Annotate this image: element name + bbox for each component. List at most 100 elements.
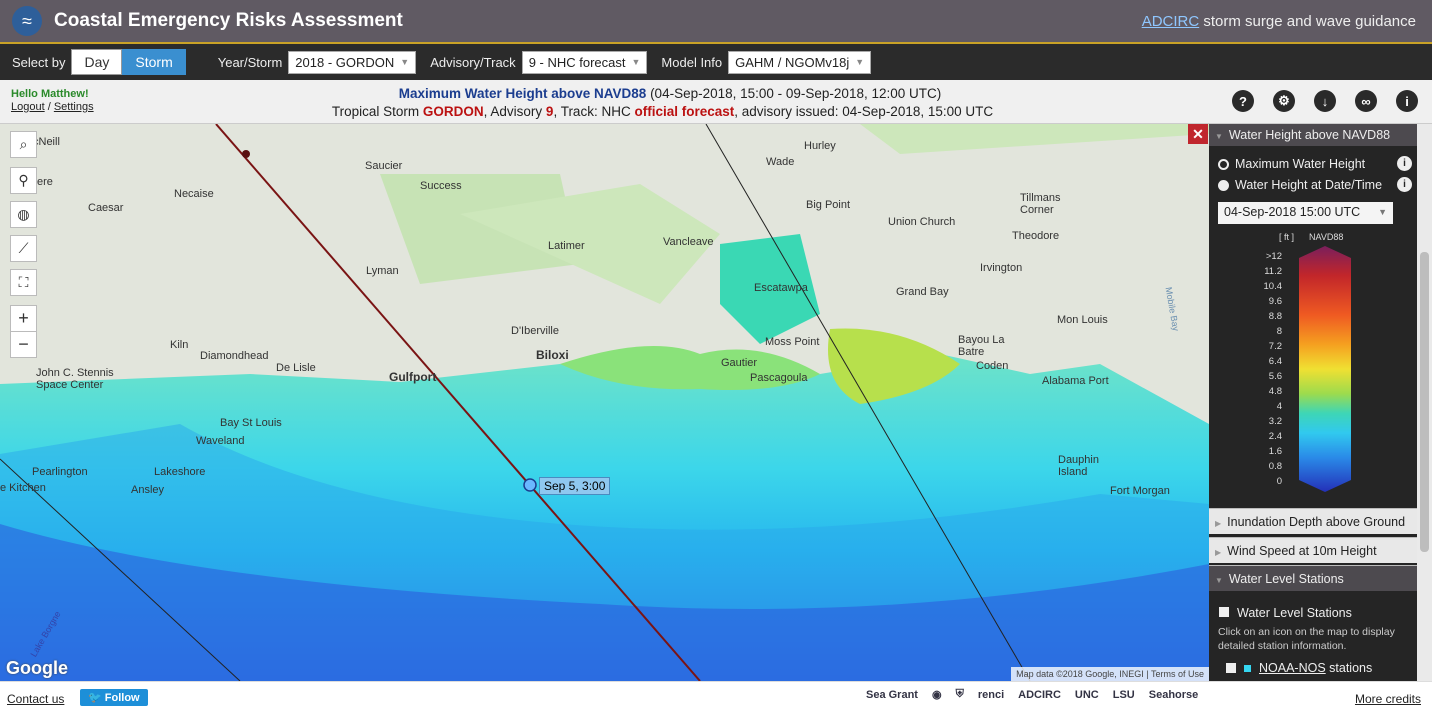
adcirc-link[interactable]: ADCIRC xyxy=(1142,13,1200,30)
inundation-depth-section[interactable]: ▶ Inundation Depth above Ground xyxy=(1209,508,1417,534)
place-label: Kiln xyxy=(170,339,189,351)
chart-icon[interactable]: ⟋ xyxy=(10,235,37,262)
year-storm-value: 2018 - GORDON xyxy=(295,54,395,70)
zoom-out-button[interactable]: − xyxy=(10,331,37,358)
place-label: Bayou La Batre xyxy=(958,334,1005,358)
download-icon[interactable]: ↓ xyxy=(1314,90,1336,112)
legend-tick-label: >12 xyxy=(1265,251,1282,262)
track-tooltip: Sep 5, 3:00 xyxy=(539,477,611,495)
place-label: Gulfport xyxy=(389,370,437,384)
adv-text-b: , Advisory xyxy=(483,104,546,119)
more-credits-link[interactable]: More credits xyxy=(1355,692,1421,706)
legend-tick-label: 4.8 xyxy=(1268,386,1282,397)
terms-link[interactable]: Terms of Use xyxy=(1151,669,1204,679)
radio-unselected[interactable] xyxy=(1218,179,1229,191)
noaa-suffix: stations xyxy=(1325,661,1373,675)
place-label: Ansley xyxy=(131,484,165,496)
place-label: Tillmans Corner xyxy=(1020,192,1061,216)
datetime-select[interactable]: 04-Sep-2018 15:00 UTC ▼ xyxy=(1218,202,1393,224)
layers-panel: ▼ Water Height above NAVD88 Maximum Water… xyxy=(1209,124,1432,681)
option-date-time[interactable]: Water Height at Date/Time xyxy=(1218,178,1382,192)
location-pin-icon[interactable]: ⚲ xyxy=(10,167,37,194)
globe-icon[interactable]: ◍ xyxy=(10,201,37,228)
option-date-label: Water Height at Date/Time xyxy=(1235,178,1383,192)
place-label: Success xyxy=(420,180,462,192)
legend-tick-label: 10.4 xyxy=(1263,281,1283,292)
info-icon[interactable]: i xyxy=(1397,156,1412,171)
adv-text-c: , Track: NHC xyxy=(553,104,635,119)
place-label: Hurley xyxy=(804,140,836,152)
inundation-label: Inundation Depth above Ground xyxy=(1227,515,1406,529)
fullscreen-icon[interactable]: ⛶ xyxy=(10,269,37,296)
water-level-stations-toggle[interactable]: Water Level Stations xyxy=(1219,606,1352,620)
info-bar: Hello Matthew! Logout / Settings Maximum… xyxy=(0,80,1432,124)
track-point xyxy=(242,150,250,158)
water-height-header[interactable]: ▼ Water Height above NAVD88 xyxy=(1209,124,1432,146)
wind-speed-section[interactable]: ▶ Wind Speed at 10m Height xyxy=(1209,537,1417,563)
place-label: Theodore xyxy=(1012,230,1060,242)
radio-selected[interactable] xyxy=(1218,158,1229,170)
chevron-down-icon: ▼ xyxy=(1378,207,1387,217)
noaa-link[interactable]: NOAA-NOS xyxy=(1259,661,1326,675)
product-name: Maximum Water Height above NAVD88 xyxy=(398,86,647,101)
track-point-selected xyxy=(523,478,537,492)
partner-logo: UNC xyxy=(1074,688,1099,701)
place-label: Alabama Port xyxy=(1042,375,1109,387)
info-icon[interactable]: i xyxy=(1396,90,1418,112)
partner-logo: renci xyxy=(977,688,1005,701)
wave-logo-icon: ≈ xyxy=(12,6,42,36)
noaa-checkbox[interactable] xyxy=(1226,663,1236,673)
map-attribution: Map data ©2018 Google, INEGI | Terms of … xyxy=(1011,667,1209,681)
search-icon[interactable]: ⌕ xyxy=(10,131,37,158)
link-icon[interactable]: ∞ xyxy=(1355,90,1377,112)
panel-scrollbar[interactable] xyxy=(1417,124,1432,681)
chevron-down-icon: ▼ xyxy=(1215,132,1223,141)
gear-icon[interactable]: ⚙ xyxy=(1273,90,1295,112)
advisory-info: Tropical Storm GORDON, Advisory 9, Track… xyxy=(0,104,1325,119)
select-by-toggle: Day Storm xyxy=(71,49,186,75)
place-label: Saucier xyxy=(365,160,403,172)
legend-tick-label: 1.6 xyxy=(1268,446,1282,457)
map-canvas[interactable]: Saucier Success Necaise Caesar Latimer V… xyxy=(0,124,1209,681)
place-label: Biloxi xyxy=(536,348,569,362)
place-label: Lyman xyxy=(366,265,399,277)
option-max-water[interactable]: Maximum Water Height xyxy=(1218,157,1365,171)
partner-logo: ADCIRC xyxy=(1018,688,1061,701)
info-icon[interactable]: i xyxy=(1397,177,1412,192)
help-icon[interactable]: ? xyxy=(1232,90,1254,112)
zoom-in-button[interactable]: + xyxy=(10,305,37,332)
legend-tick-label: 8 xyxy=(1276,326,1282,337)
app-title: Coastal Emergency Risks Assessment xyxy=(54,10,403,31)
model-select[interactable]: GAHM / NGOMv18j ▼ xyxy=(728,50,872,74)
contact-link[interactable]: Contact us xyxy=(7,692,64,706)
legend-tick-label: 9.6 xyxy=(1268,296,1282,307)
twitter-follow-button[interactable]: 🐦 Follow xyxy=(80,689,148,706)
partner-logo: Seahorse xyxy=(1148,688,1199,701)
partner-logo: Sea Grant xyxy=(866,688,918,701)
model-label: Model Info xyxy=(661,54,723,70)
action-icons: ? ⚙ ↓ ∞ i xyxy=(1232,90,1418,112)
storm-button[interactable]: Storm xyxy=(122,49,186,75)
close-panel-button[interactable]: ✕ xyxy=(1188,124,1208,144)
place-label: Big Point xyxy=(806,199,851,211)
place-label: Latimer xyxy=(548,240,585,252)
place-label: D'Iberville xyxy=(511,325,559,337)
advisory-select[interactable]: 9 - NHC forecast ▼ xyxy=(521,50,648,74)
year-storm-label: Year/Storm xyxy=(217,54,283,70)
noaa-stations-toggle[interactable]: NOAA-NOS stations xyxy=(1226,661,1372,675)
noaa-marker-icon xyxy=(1244,664,1251,672)
tagline-text: storm surge and wave guidance xyxy=(1199,13,1416,30)
place-label: e Kitchen xyxy=(0,482,46,494)
year-storm-select[interactable]: 2018 - GORDON ▼ xyxy=(288,50,417,74)
header-tagline: ADCIRC storm surge and wave guidance xyxy=(1142,13,1416,30)
place-label: Wade xyxy=(766,156,795,168)
place-label: Lakeshore xyxy=(154,466,206,478)
chevron-down-icon: ▼ xyxy=(855,57,865,67)
day-button[interactable]: Day xyxy=(71,49,123,75)
water-level-stations-section[interactable]: ▼ Water Level Stations xyxy=(1209,565,1417,591)
place-label: Pascagoula xyxy=(750,372,808,384)
stations-checkbox[interactable] xyxy=(1219,607,1229,617)
twitter-icon: 🐦 xyxy=(88,692,105,704)
place-label: Necaise xyxy=(174,188,214,200)
scrollbar-thumb[interactable] xyxy=(1420,252,1429,552)
